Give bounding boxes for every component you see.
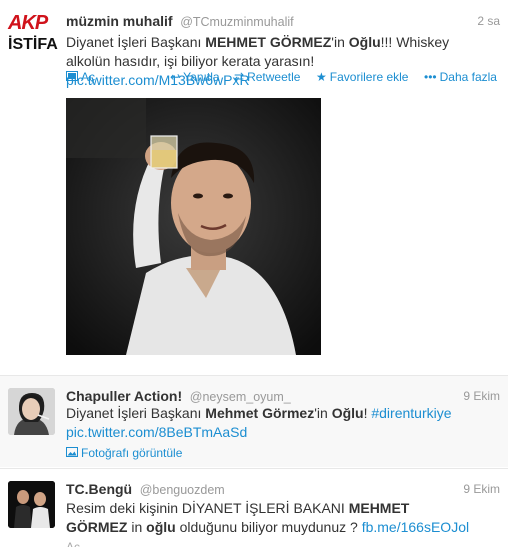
more-button[interactable]: ••• Daha fazla: [424, 70, 497, 84]
expand-button[interactable]: Aç: [66, 540, 80, 547]
author-name[interactable]: müzmin muhalif: [66, 13, 173, 29]
photo-icon: [66, 446, 78, 460]
tweet-time[interactable]: 2 sa: [477, 14, 500, 28]
author-name[interactable]: Chapuller Action!: [66, 388, 182, 404]
tweet-photo[interactable]: [66, 98, 321, 355]
view-photo-button[interactable]: Fotoğrafı görüntüle: [66, 446, 182, 460]
author-name[interactable]: TC.Bengü: [66, 481, 132, 497]
fb-link[interactable]: fb.me/166sEOJol: [362, 519, 469, 535]
reply-button[interactable]: ↩ Yanıtla: [170, 70, 220, 84]
author-handle[interactable]: @TCmuzminmuhalif: [180, 15, 293, 29]
avatar[interactable]: [8, 481, 55, 528]
retweet-button[interactable]: ⇄ Retweetle: [234, 70, 300, 84]
tweet-actions: Aç ↩ Yanıtla ⇄ Retweetle ★ Favorilere ekle …: [66, 70, 502, 88]
avatar[interactable]: AKP İSTİFA: [8, 12, 58, 62]
expand-button[interactable]: Aç: [66, 70, 95, 84]
photo-person-image: [66, 98, 321, 355]
hashtag-link[interactable]: #direnturkiye: [371, 405, 451, 421]
pic-link[interactable]: pic.twitter.com/8BeBTmAaSd: [66, 424, 247, 440]
expand-card-icon: [66, 70, 78, 84]
author-handle[interactable]: @benguozdem: [140, 483, 225, 497]
avatar-people-image: [8, 481, 55, 528]
tweet-text: Resim deki kişinin DİYANET İŞLERİ BAKANI…: [66, 500, 470, 535]
tweet-1[interactable]: AKP İSTİFA müzmin muhalif @TCmuzminmuhal…: [0, 0, 508, 374]
avatar[interactable]: [8, 388, 55, 435]
author-handle[interactable]: @neysem_oyum_: [190, 390, 291, 404]
reply-icon: ↩: [170, 70, 181, 84]
avatar-woman-image: [8, 388, 55, 435]
avatar-akp-text: AKP: [8, 12, 48, 34]
avatar-istifa-text: İSTİFA: [8, 36, 58, 53]
retweet-icon: ⇄: [234, 70, 245, 84]
tweet-text: Diyanet İşleri Başkanı Mehmet Görmez'in …: [66, 405, 452, 440]
tweet-time[interactable]: 9 Ekim: [463, 482, 500, 496]
tweet-header: TC.Bengü @benguozdem: [66, 481, 500, 501]
more-dots-icon: •••: [424, 70, 437, 84]
star-icon: ★: [316, 70, 327, 84]
favorite-button[interactable]: ★ Favorilere ekle: [316, 70, 408, 84]
tweet-time[interactable]: 9 Ekim: [463, 389, 500, 403]
tweet-header: müzmin muhalif @TCmuzminmuhalif: [66, 13, 500, 33]
